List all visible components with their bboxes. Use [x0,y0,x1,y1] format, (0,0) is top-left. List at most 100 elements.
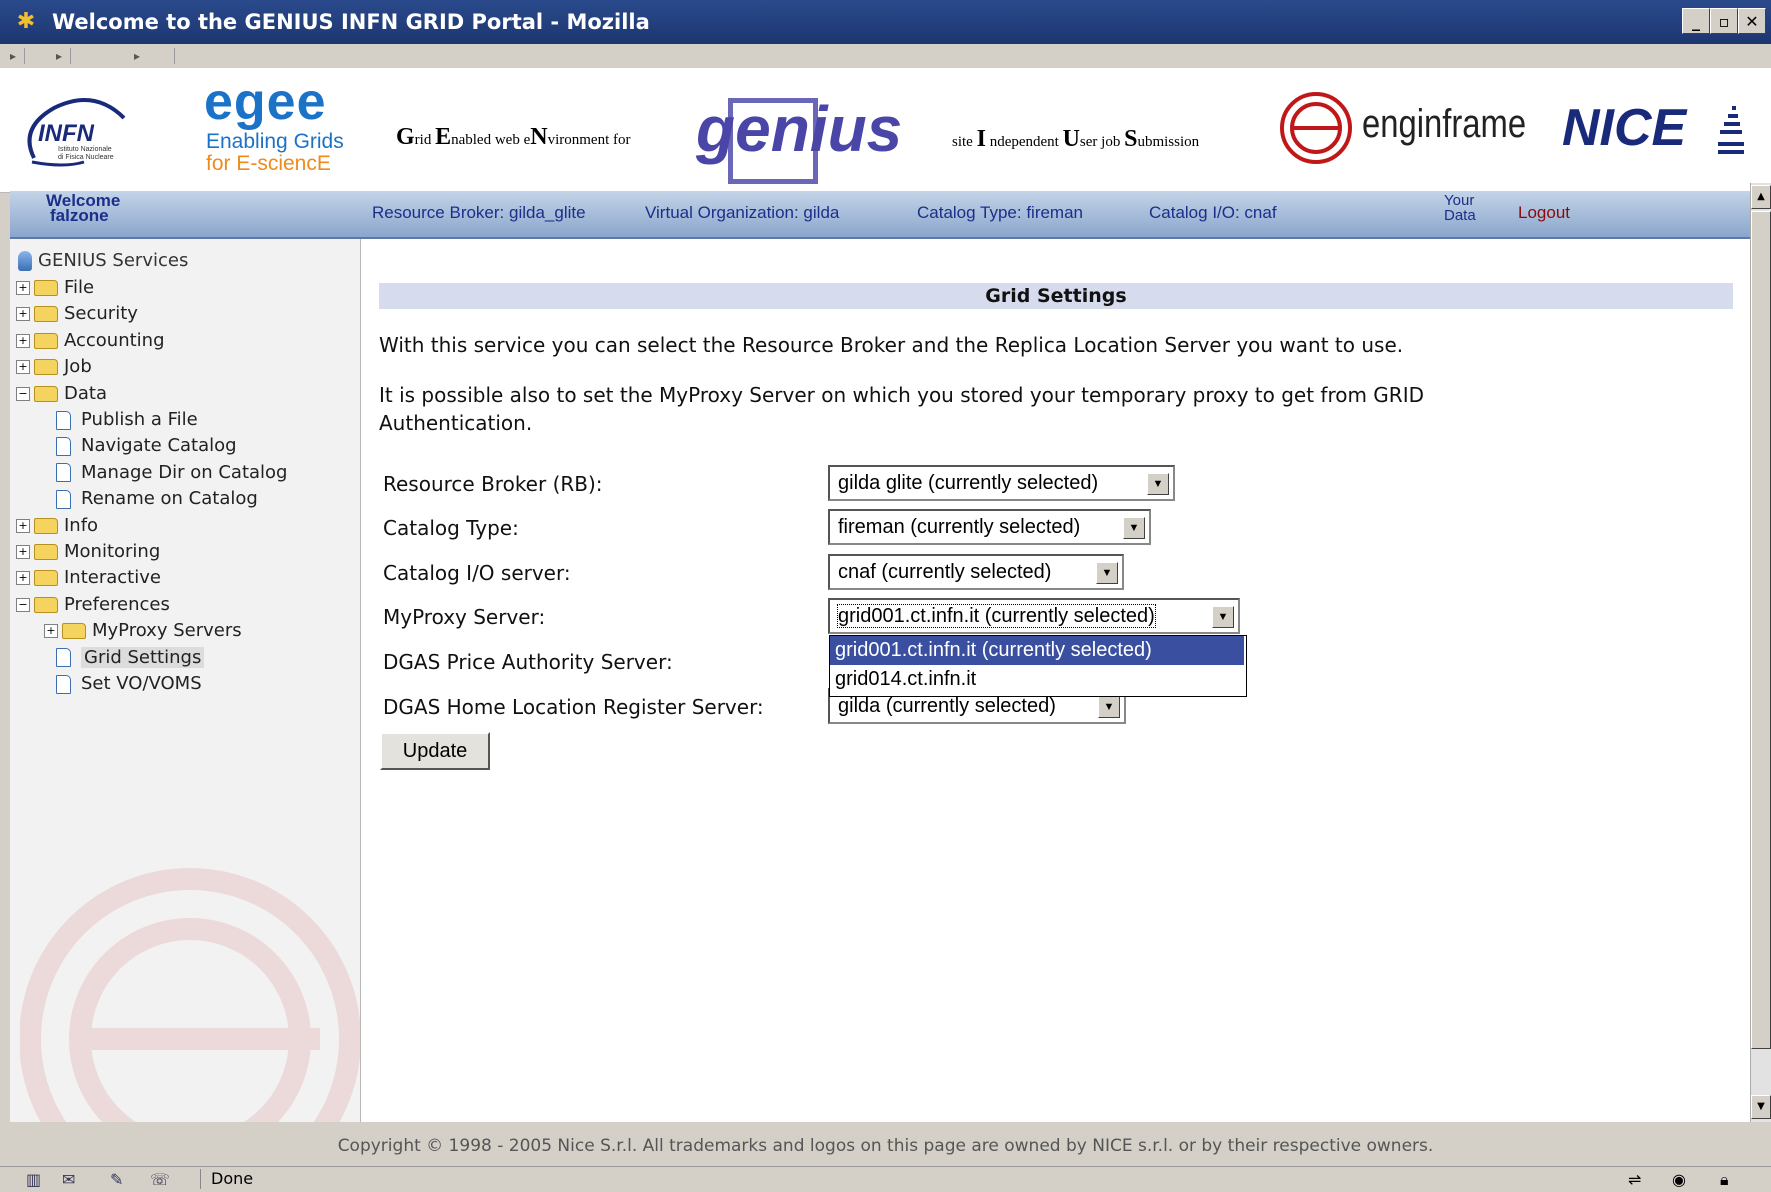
enginframe-wordmark: enginframe [1362,102,1527,146]
chevron-down-icon[interactable]: ▼ [1212,606,1234,628]
myproxy-label: MyProxy Server: [383,605,546,629]
logout-link[interactable]: Logout [1518,203,1570,223]
sidebar-item-label: File [64,277,95,298]
virtual-organization-link[interactable]: Virtual Organization: gilda [645,203,839,223]
scroll-down-icon[interactable]: ▼ [1751,1095,1771,1119]
expand-icon[interactable]: + [16,518,30,533]
sidebar-item-manage-dir-on-catalog[interactable]: Manage Dir on Catalog [56,459,287,487]
your-data-link[interactable]: Your [1444,193,1474,208]
sidebar-item-label: Security [64,303,138,325]
catalog-type-select-value: fireman (currently selected) [838,516,1081,538]
expand-icon[interactable]: + [44,624,58,639]
sidebar-item-grid-settings[interactable]: Grid Settings [56,644,205,672]
window-title-bar[interactable]: ✱ Welcome to the GENIUS INFN GRID Portal… [0,0,1771,44]
sidebar-item-data[interactable]: − Data [16,380,107,408]
collapse-icon[interactable]: − [16,386,30,401]
sidebar-item-preferences[interactable]: − Preferences [16,591,170,619]
sidebar-item-myproxy-servers[interactable]: + MyProxy Servers [44,617,242,645]
chevron-down-icon[interactable]: ▼ [1123,517,1145,539]
window-title: Welcome to the GENIUS INFN GRID Portal -… [52,10,650,34]
rb-select-value: gilda glite (currently selected) [838,472,1099,494]
sidebar-item-label: Accounting [64,329,165,351]
sidebar-item-label: Rename on Catalog [81,488,258,510]
infn-subtitle: Istituto Nazionale [58,146,112,153]
address-book-icon[interactable]: ☏ [150,1170,170,1189]
chevron-down-icon[interactable]: ▼ [1096,562,1118,584]
status-text: Done [200,1169,1411,1189]
infn-logo[interactable]: INFN Istituto Nazionale di Fisica Nuclea… [24,88,134,168]
expand-icon[interactable]: + [16,360,30,375]
sidebar-item-label: Monitoring [64,541,161,562]
document-icon [56,674,71,694]
toolbar-grip-icon[interactable]: ▸ [10,48,25,64]
sidebar-item-set-vo-voms[interactable]: Set VO/VOMS [56,670,202,698]
sidebar-item-monitoring[interactable]: + Monitoring [16,538,160,566]
minimize-button[interactable]: _ [1682,8,1710,34]
egee-wordmark: egee [204,73,327,131]
infn-wordmark: INFN [38,120,94,147]
expand-icon[interactable]: + [16,545,30,559]
sidebar-item-file[interactable]: + File [16,274,94,302]
catalog-type-link[interactable]: Catalog Type: fireman [917,203,1083,223]
catalog-io-link[interactable]: Catalog I/O: cnaf [1149,203,1277,223]
expand-icon[interactable]: + [16,571,30,586]
connection-icon: ⇌ [1628,1170,1642,1189]
chevron-down-icon[interactable]: ▼ [1147,473,1169,495]
enginframe-circle-icon [1280,92,1352,164]
folder-icon [34,306,58,323]
update-button[interactable]: Update [380,732,490,770]
scroll-up-icon[interactable]: ▲ [1751,185,1771,209]
toolbar-grip-icon[interactable]: ▸ [134,48,175,64]
sidebar-item-label: Interactive [64,567,161,589]
nice-wordmark: NICE [1562,99,1687,157]
dropdown-option-selected[interactable]: grid001.ct.infn.it (currently selected) [830,636,1244,665]
egee-logo[interactable]: egee Enabling Grids for E-sciencE [200,73,360,180]
document-icon [56,463,71,483]
navigator-icon[interactable]: ▥ [26,1170,41,1189]
close-button[interactable]: ✕ [1738,8,1766,34]
your-data-link[interactable]: Data [1444,208,1476,223]
dropdown-option[interactable]: grid014.ct.infn.it [830,665,1244,694]
sidebar-item-security[interactable]: + Security [16,300,138,328]
expand-icon[interactable]: + [16,307,30,322]
sidebar-item-label: Set VO/VOMS [81,673,202,694]
genius-wordmark: genius [696,93,903,165]
nice-logo[interactable]: NICE [1562,96,1752,166]
collapse-icon[interactable]: − [16,597,30,612]
maximize-button[interactable]: ▫ [1710,8,1738,34]
nice-stripes-icon [1718,106,1744,154]
genius-services-icon [18,251,32,271]
toolbar-strip: ▸ ▸ ▸ [0,44,1771,69]
expand-icon[interactable]: + [16,281,30,295]
sidebar-item-info[interactable]: + Info [16,512,98,540]
composer-icon[interactable]: ✎ [110,1170,123,1189]
vertical-scrollbar[interactable]: ▲ ▼ [1750,183,1771,1122]
resource-broker-link[interactable]: Resource Broker: gilda_glite [372,203,586,223]
catalog-type-select[interactable]: fireman (currently selected) ▼ [828,509,1151,545]
catalog-io-select[interactable]: cnaf (currently selected) ▼ [828,554,1124,590]
mail-icon[interactable]: ✉ [62,1170,75,1189]
sidebar-item-publish-a-file[interactable]: Publish a File [56,406,198,434]
dgas-price-label: DGAS Price Authority Server: [383,650,673,674]
page-title: Grid Settings [379,283,1733,309]
myproxy-select[interactable]: grid001.ct.infn.it (currently selected) ▼ [828,598,1240,634]
expand-icon[interactable]: + [16,333,30,348]
tree-root-label: GENIUS Services [38,250,189,271]
genius-logo[interactable]: genius [696,88,902,188]
scrollbar-thumb[interactable] [1751,211,1771,1049]
sidebar-item-job[interactable]: + Job [16,353,92,381]
lock-icon: 🔒︎ [1720,1170,1729,1189]
tree-root[interactable]: GENIUS Services [18,247,188,275]
document-icon [56,436,71,456]
sidebar-item-rename-on-catalog[interactable]: Rename on Catalog [56,485,258,513]
sidebar-item-accounting[interactable]: + Accounting [16,327,165,355]
rb-select[interactable]: gilda glite (currently selected) ▼ [828,465,1175,501]
folder-icon [34,517,58,534]
enginframe-logo[interactable]: enginframe [1278,90,1526,170]
mozilla-app-icon: ✱ [16,9,36,34]
chevron-down-icon[interactable]: ▼ [1098,696,1120,718]
toolbar-grip-icon[interactable]: ▸ [56,48,71,64]
sidebar-item-navigate-catalog[interactable]: Navigate Catalog [56,432,237,460]
portal-nav-bar: Welcome falzone Resource Broker: gilda_g… [10,191,1750,239]
sidebar-item-interactive[interactable]: + Interactive [16,564,161,592]
